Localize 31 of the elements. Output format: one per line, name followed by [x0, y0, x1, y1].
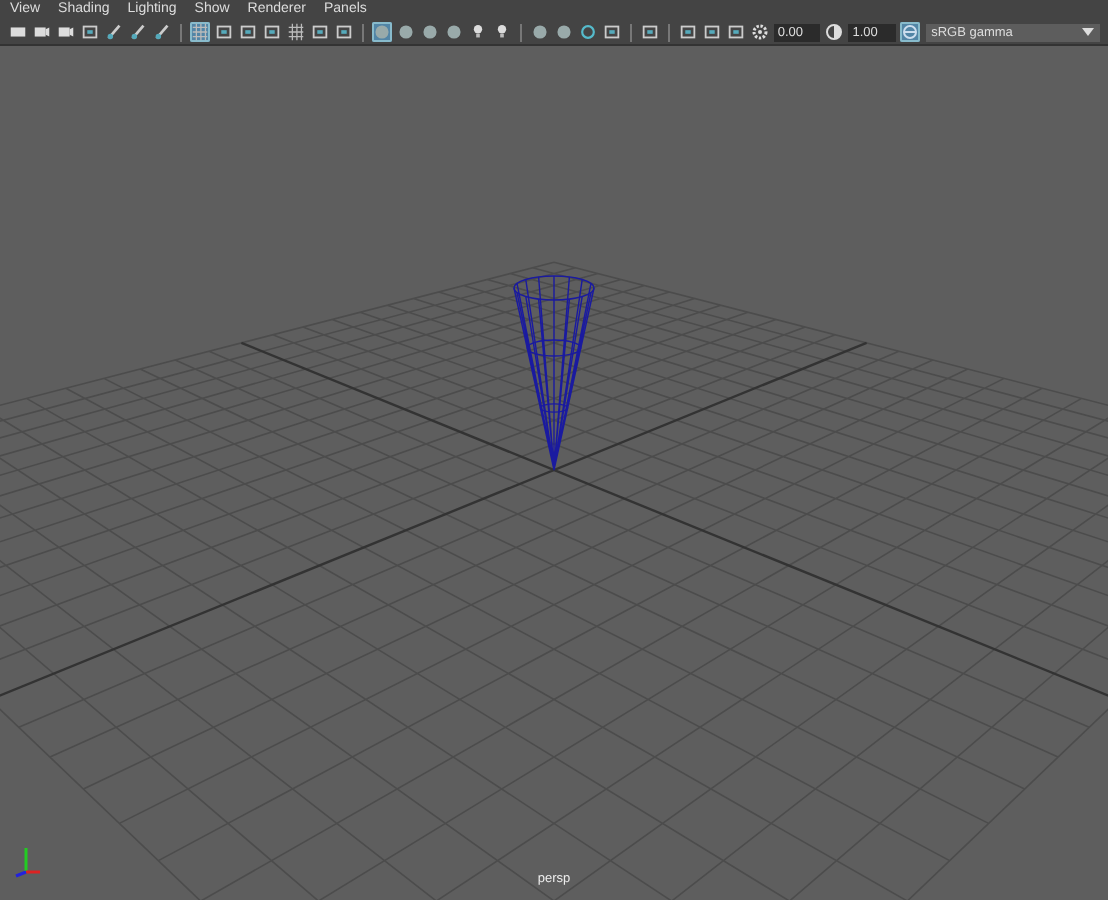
square-icon[interactable]: [237, 22, 258, 42]
square-icon[interactable]: [333, 22, 354, 42]
grid-icon[interactable]: [285, 22, 306, 42]
square-icon[interactable]: [261, 22, 282, 42]
square-icon[interactable]: [725, 22, 746, 42]
sphere-icon[interactable]: [395, 22, 416, 42]
grid-icon[interactable]: [189, 22, 210, 42]
square-icon[interactable]: [701, 22, 722, 42]
square-icon[interactable]: [80, 22, 100, 42]
caret-icon: [1081, 28, 1094, 36]
circle-icon[interactable]: [577, 22, 598, 42]
sphere-icon[interactable]: [419, 22, 440, 42]
gear-icon[interactable]: [749, 22, 770, 42]
square-icon[interactable]: [213, 22, 234, 42]
brush-icon[interactable]: [152, 22, 172, 42]
square-icon[interactable]: [601, 22, 622, 42]
color-management-icon[interactable]: [899, 22, 920, 42]
sphere-icon[interactable]: [529, 22, 550, 42]
square-icon[interactable]: [677, 22, 698, 42]
sphere-icon[interactable]: [553, 22, 574, 42]
half-circle-icon[interactable]: [824, 22, 845, 42]
sphere-icon[interactable]: [443, 22, 464, 42]
brush-icon[interactable]: [128, 22, 148, 42]
axis-indicator-icon: [12, 844, 44, 880]
sphere-icon[interactable]: [371, 22, 392, 42]
square-icon[interactable]: [639, 22, 660, 42]
brush-icon[interactable]: [104, 22, 124, 42]
film-icon[interactable]: [8, 22, 28, 42]
square-icon[interactable]: [309, 22, 330, 42]
camera-icon[interactable]: [32, 22, 52, 42]
camera-icon[interactable]: [56, 22, 76, 42]
